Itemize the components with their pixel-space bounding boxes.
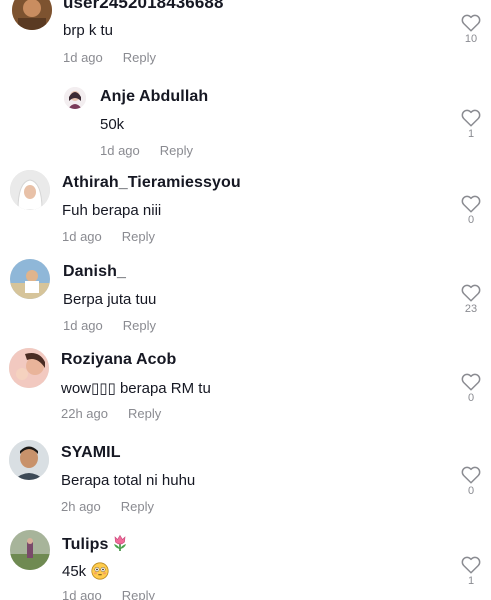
comment-time: 1d ago	[62, 588, 102, 600]
comment-meta: 1d ago Reply	[100, 143, 193, 158]
user-photo-avatar-icon	[10, 530, 50, 570]
user-photo-avatar-icon	[64, 87, 86, 109]
like-button[interactable]: 0	[458, 195, 484, 226]
comment-time: 1d ago	[100, 143, 140, 158]
comment-time: 2h ago	[61, 499, 101, 514]
heart-outline-icon	[461, 14, 481, 32]
reply-button[interactable]: Reply	[121, 499, 154, 514]
comment-item: Danish_ Berpa juta tuu 1d ago Reply 23	[0, 252, 491, 340]
like-count: 0	[467, 214, 475, 226]
reply-button[interactable]: Reply	[122, 588, 155, 600]
like-count: 1	[467, 575, 475, 587]
like-button[interactable]: 1	[458, 109, 484, 140]
reply-button[interactable]: Reply	[123, 318, 156, 333]
comment-username[interactable]: Danish_	[63, 263, 126, 281]
heart-outline-icon	[461, 373, 481, 391]
comment-item: Roziyana Acob wow▯▯▯ berapa RM tu 22h ag…	[0, 340, 491, 430]
comment-text-value: 45k	[62, 563, 87, 580]
comment-item: Tulips 45k 1d ago Reply 1	[0, 522, 491, 600]
comment-time: 22h ago	[61, 406, 108, 421]
like-button[interactable]: 23	[458, 284, 484, 315]
comment-text: Berapa total ni huhu	[61, 472, 196, 489]
heart-outline-icon	[461, 556, 481, 574]
comment-meta: 1d ago Reply	[63, 50, 156, 65]
comment-text: Berpa juta tuu	[63, 291, 157, 308]
like-button[interactable]: 0	[458, 466, 484, 497]
like-button[interactable]: 0	[458, 373, 484, 404]
user-photo-avatar-icon	[10, 259, 50, 299]
comment-item: SYAMIL Berapa total ni huhu 2h ago Reply …	[0, 430, 491, 522]
user-photo-avatar-icon	[9, 440, 49, 480]
comment-username[interactable]: Athirah_Tieramiessyou	[62, 174, 241, 192]
reply-button[interactable]: Reply	[122, 229, 155, 244]
reply-comment-item: Anje Abdullah 50k 1d ago Reply 1	[0, 80, 491, 162]
comment-username-text: Tulips	[62, 536, 109, 553]
user-photo-avatar-icon	[12, 0, 52, 30]
reply-button[interactable]: Reply	[128, 406, 161, 421]
avatar[interactable]	[64, 87, 86, 109]
like-button[interactable]: 10	[458, 14, 484, 45]
comment-username[interactable]: Anje Abdullah	[100, 88, 208, 106]
comment-item: Athirah_Tieramiessyou Fuh berapa niii 1d…	[0, 162, 491, 252]
comment-username[interactable]: Tulips	[62, 534, 129, 557]
user-photo-avatar-icon	[10, 170, 50, 210]
avatar[interactable]	[9, 440, 49, 480]
avatar[interactable]	[9, 348, 49, 388]
comment-text: 50k	[100, 116, 125, 133]
flushed-face-emoji	[91, 562, 109, 584]
comment-meta: 1d ago Reply	[62, 588, 155, 600]
avatar[interactable]	[10, 530, 50, 570]
heart-outline-icon	[461, 195, 481, 213]
like-count: 0	[467, 392, 475, 404]
reply-button[interactable]: Reply	[123, 50, 156, 65]
comment-username[interactable]: user2452018436688	[63, 0, 224, 13]
like-button[interactable]: 1	[458, 556, 484, 587]
user-photo-avatar-icon	[9, 348, 49, 388]
comment-text: 45k	[62, 562, 109, 584]
comment-text: Fuh berapa niii	[62, 202, 162, 219]
heart-outline-icon	[461, 109, 481, 127]
comment-text: wow▯▯▯ berapa RM tu	[61, 380, 211, 397]
comment-username[interactable]: Roziyana Acob	[61, 351, 176, 369]
avatar[interactable]	[10, 259, 50, 299]
comment-meta: 2h ago Reply	[61, 499, 154, 514]
avatar[interactable]	[12, 0, 52, 30]
comment-meta: 22h ago Reply	[61, 406, 161, 421]
comment-text: brp k tu	[63, 22, 114, 39]
comments-panel: user2452018436688 brp k tu 1d ago Reply 1…	[0, 0, 491, 600]
comment-meta: 1d ago Reply	[62, 229, 155, 244]
avatar[interactable]	[10, 170, 50, 210]
heart-outline-icon	[461, 466, 481, 484]
comment-time: 1d ago	[63, 318, 103, 333]
like-count: 1	[467, 128, 475, 140]
comment-item: user2452018436688 brp k tu 1d ago Reply 1…	[0, 0, 491, 80]
reply-button[interactable]: Reply	[160, 143, 193, 158]
comment-meta: 1d ago Reply	[63, 318, 156, 333]
heart-outline-icon	[461, 284, 481, 302]
like-count: 23	[464, 303, 478, 315]
comment-time: 1d ago	[62, 229, 102, 244]
comment-time: 1d ago	[63, 50, 103, 65]
like-count: 10	[464, 33, 478, 45]
like-count: 0	[467, 485, 475, 497]
comment-username[interactable]: SYAMIL	[61, 444, 121, 462]
tulip-emoji	[111, 534, 129, 557]
